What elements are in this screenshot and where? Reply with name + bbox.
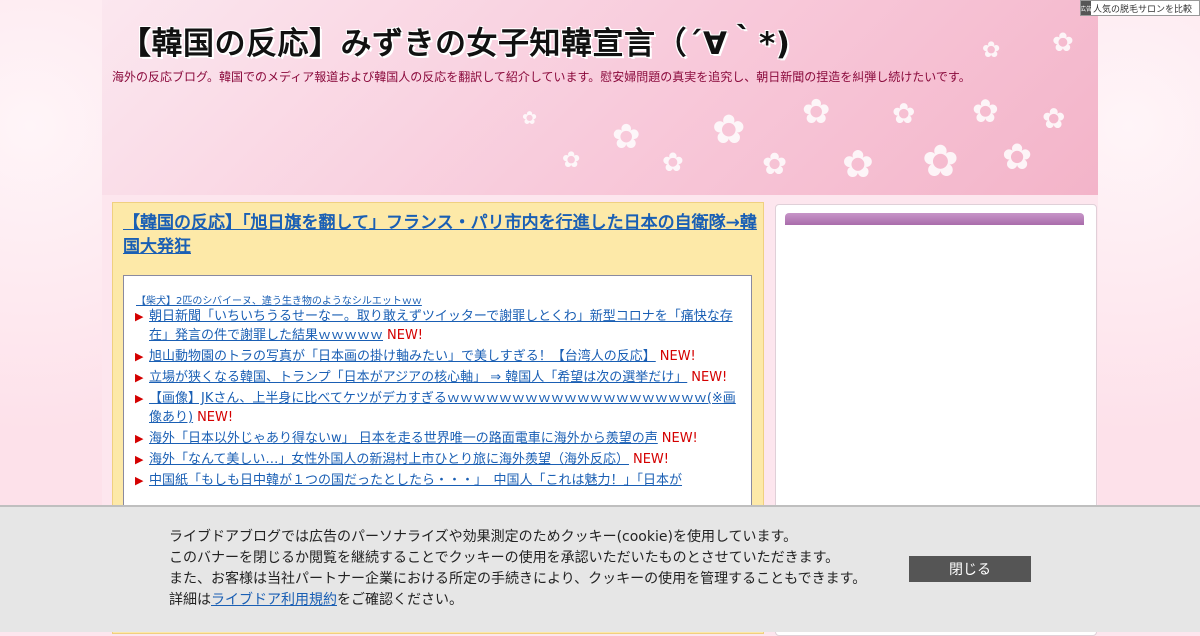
sakura-decoration: ✿: [762, 147, 788, 182]
new-badge: NEW!: [691, 370, 728, 385]
cookie-line: このバナーを閉じるか閲覧を継続することでクッキーの使用を承認いただいたものとさせ…: [169, 550, 840, 566]
triangle-bullet-icon: ▶: [135, 310, 144, 323]
sakura-decoration: ✿: [972, 92, 999, 130]
list-item: ▶ 旭山動物園のトラの写真が「日本画の掛け軸みたい」で美しすぎる！【台湾人の反応…: [135, 347, 738, 366]
featured-small-link[interactable]: 【柴犬】2匹のシバイーヌ、違う生き物のようなシルエットｗｗ: [136, 292, 422, 307]
new-badge: NEW!: [197, 410, 234, 425]
sakura-decoration: ✿: [1002, 137, 1033, 178]
cookie-line: 詳細はライブドア利用規約をご確認ください。: [169, 590, 866, 611]
sakura-decoration: ✿: [922, 136, 959, 187]
sakura-decoration: ✿: [662, 148, 684, 178]
list-item: ▶ 朝日新聞「いちいちうるせーなー。取り敢えずツイッターで謝罪しとくわ」新型コロ…: [135, 307, 738, 345]
list-item: ▶ 海外「なんて美しい…」女性外国人の新潟村上市ひとり旅に海外羨望（海外反応） N…: [135, 450, 738, 469]
ad-mark-icon: 広告: [1081, 1, 1092, 15]
sakura-decoration: ✿: [802, 92, 831, 132]
sakura-decoration: ✿: [1042, 102, 1066, 135]
sakura-decoration: ✿: [522, 108, 538, 129]
related-link[interactable]: 中国紙「もしも日中韓が１つの国だったとしたら・・・」 中国人「これは魅力！」「日…: [149, 473, 682, 488]
list-item: ▶ 中国紙「もしも日中韓が１つの国だったとしたら・・・」 中国人「これは魅力！」…: [135, 471, 738, 490]
close-button[interactable]: 閉じる: [909, 556, 1031, 582]
sakura-decoration: ✿: [612, 117, 641, 157]
sidebar-header-bar: [785, 213, 1084, 225]
terms-link[interactable]: ライブドア利用規約: [211, 592, 337, 608]
triangle-bullet-icon: ▶: [135, 350, 144, 363]
sakura-decoration: ✿: [562, 148, 581, 173]
new-badge: NEW!: [387, 328, 424, 343]
cookie-banner: ライブドアブログでは広告のパーソナライズや効果測定のためクッキー(cookie)…: [0, 505, 1200, 632]
related-link[interactable]: 【画像】JKさん、上半身に比べてケツがデカすぎるｗｗｗｗｗｗｗｗｗｗｗｗｗｗｗｗ…: [149, 391, 736, 425]
sakura-decoration: ✿: [712, 107, 746, 153]
triangle-bullet-icon: ▶: [135, 371, 144, 384]
related-link[interactable]: 海外「日本以外じゃあり得ないw」 日本を走る世界唯一の路面電車に海外から羨望の声: [149, 431, 658, 446]
new-badge: NEW!: [659, 349, 696, 364]
triangle-bullet-icon: ▶: [135, 474, 144, 487]
site-title[interactable]: 【韓国の反応】みずきの女子知韓宣言（´∀｀*): [120, 18, 790, 63]
related-link[interactable]: 海外「なんて美しい…」女性外国人の新潟村上市ひとり旅に海外羨望（海外反応）: [149, 452, 629, 467]
site-description: 海外の反応ブログ。韓国でのメディア報道および韓国人の反応を翻訳して紹介しています…: [112, 70, 971, 84]
related-link[interactable]: 立場が狭くなる韓国、トランプ「日本がアジアの核心軸」 ⇒ 韓国人「希望は次の選挙…: [149, 370, 687, 385]
new-badge: NEW!: [661, 431, 698, 446]
cookie-message: ライブドアブログでは広告のパーソナライズや効果測定のためクッキー(cookie)…: [169, 527, 866, 611]
related-link-list: ▶ 朝日新聞「いちいちうるせーなー。取り敢えずツイッターで謝罪しとくわ」新型コロ…: [135, 307, 738, 492]
site-header: ✿ ✿ ✿ ✿ ✿ ✿ ✿ ✿ ✿ ✿ ✿ ✿ ✿ ✿ ✿ 【韓国の反応】みずき…: [102, 0, 1098, 195]
sakura-decoration: ✿: [1052, 28, 1074, 58]
ad-badge-label[interactable]: 人気の脱毛サロンを比較: [1093, 2, 1192, 15]
new-badge: NEW!: [632, 452, 669, 467]
list-item: ▶ 立場が狭くなる韓国、トランプ「日本がアジアの核心軸」 ⇒ 韓国人「希望は次の…: [135, 368, 738, 387]
related-link[interactable]: 旭山動物園のトラの写真が「日本画の掛け軸みたい」で美しすぎる！【台湾人の反応】: [149, 349, 656, 364]
list-item: ▶ 【画像】JKさん、上半身に比べてケツがデカすぎるｗｗｗｗｗｗｗｗｗｗｗｗｗｗ…: [135, 389, 738, 427]
cookie-line-suffix: をご確認ください。: [337, 592, 463, 608]
list-item: ▶ 海外「日本以外じゃあり得ないw」 日本を走る世界唯一の路面電車に海外から羨望…: [135, 429, 738, 448]
sakura-decoration: ✿: [892, 97, 916, 130]
triangle-bullet-icon: ▶: [135, 432, 144, 445]
triangle-bullet-icon: ▶: [135, 453, 144, 466]
post-title-link[interactable]: 【韓国の反応】「旭日旗を翻して」フランス・パリ市内を行進した日本の自衛隊→韓国大…: [123, 211, 758, 259]
cookie-line: また、お客様は当社パートナー企業における所定の手続きにより、クッキーの使用を管理…: [169, 571, 867, 587]
cookie-line: ライブドアブログでは広告のパーソナライズや効果測定のためクッキー(cookie)…: [169, 529, 798, 545]
sakura-decoration: ✿: [982, 38, 1001, 63]
ad-badge[interactable]: 広告 人気の脱毛サロンを比較: [1080, 0, 1200, 16]
cookie-line-prefix: 詳細は: [169, 592, 211, 608]
triangle-bullet-icon: ▶: [135, 392, 144, 405]
related-link[interactable]: 朝日新聞「いちいちうるせーなー。取り敢えずツイッターで謝罪しとくわ」新型コロナを…: [149, 309, 733, 343]
sakura-decoration: ✿: [842, 142, 874, 186]
related-links-box: 【柴犬】2匹のシバイーヌ、違う生き物のようなシルエットｗｗ ▶ 朝日新聞「いちい…: [123, 275, 752, 537]
